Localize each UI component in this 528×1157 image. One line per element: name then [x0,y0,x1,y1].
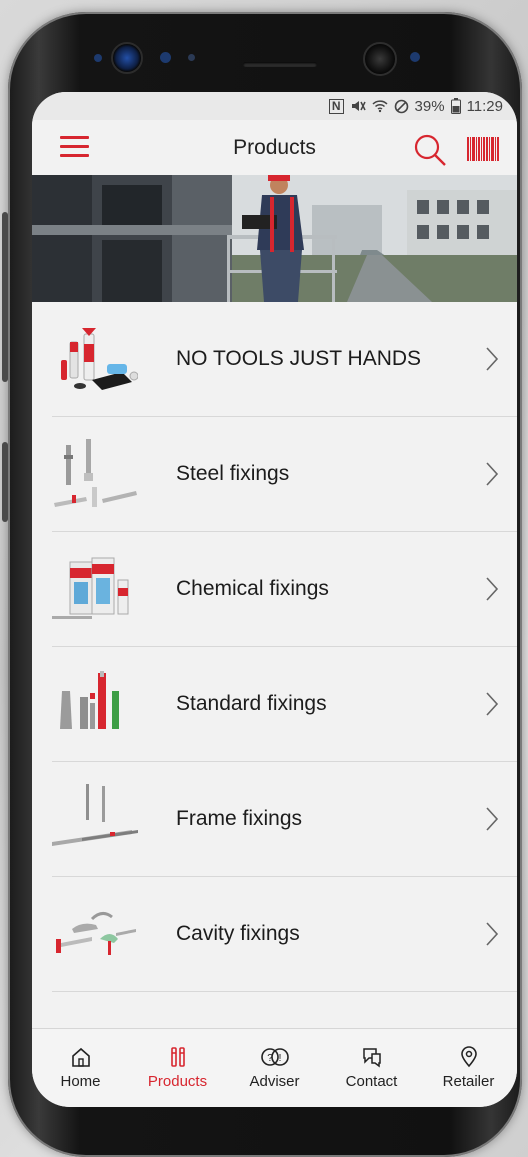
category-row-chemical[interactable]: Chemical fixings [52,532,517,647]
category-row-no-tools[interactable]: NO TOOLS JUST HANDS [52,302,517,417]
page-title: Products [233,135,316,159]
battery-percent: 39% [414,97,445,115]
adviser-icon: ?! [260,1048,289,1066]
category-thumbnail [52,899,138,969]
front-camera [111,42,143,74]
nav-label: Products [147,1073,208,1090]
products-icon [170,1047,185,1067]
product-category-list: NO TOOLS JUST HANDS Steel fixings Chemic… [32,302,517,992]
wifi-icon [372,99,388,113]
contact-icon [362,1048,381,1068]
app-bar: Products [32,120,517,175]
nav-label: Home [60,1073,101,1090]
category-label: Standard fixings [176,692,327,715]
nav-label: Contact [345,1073,398,1090]
do-not-disturb-icon [394,99,409,114]
chevron-right-icon [486,807,499,831]
category-thumbnail [52,324,139,394]
category-label: Chemical fixings [176,577,329,600]
battery-icon [450,98,461,114]
nav-adviser[interactable]: ?! Adviser [227,1046,323,1090]
barcode-scanner-icon[interactable] [467,137,499,161]
svg-text:!: ! [278,1053,281,1064]
search-icon[interactable] [413,133,447,167]
nfc-icon: N [328,98,344,114]
app-screen: N 39% 11:29 Products NO TOOLS JUST HANDS… [32,92,517,1107]
chevron-right-icon [486,692,499,716]
nav-contact[interactable]: Contact [324,1046,420,1090]
bottom-navigation: Home Products ?! Adviser Contact Retaile… [32,1028,517,1107]
nav-label: Retailer [442,1073,495,1090]
earpiece-speaker [243,62,317,67]
hero-banner-image [32,175,517,302]
front-sensor [160,52,171,63]
menu-icon[interactable] [60,136,89,158]
category-label: NO TOOLS JUST HANDS [176,347,422,370]
category-thumbnail [52,784,138,854]
iris-camera [363,42,397,76]
chevron-right-icon [486,462,499,486]
home-icon [71,1047,90,1067]
category-label: Steel fixings [176,462,290,485]
category-thumbnail [52,439,138,509]
chevron-right-icon [486,347,499,371]
chevron-right-icon [486,577,499,601]
category-row-frame[interactable]: Frame fixings [52,762,517,877]
category-thumbnail [52,669,138,739]
category-label: Frame fixings [176,807,303,830]
power-button [2,442,8,522]
nav-retailer[interactable]: Retailer [421,1046,517,1090]
nav-home[interactable]: Home [33,1046,129,1090]
mute-icon [350,99,366,113]
nav-products[interactable]: Products [130,1046,226,1090]
chevron-right-icon [486,922,499,946]
category-row-cavity[interactable]: Cavity fixings [52,877,517,992]
category-thumbnail [52,554,138,624]
phone-frame: N 39% 11:29 Products NO TOOLS JUST HANDS… [2,12,522,1157]
svg-text:?: ? [267,1053,273,1064]
nav-label: Adviser [249,1073,300,1090]
front-sensor [188,54,195,61]
category-row-steel[interactable]: Steel fixings [52,417,517,532]
volume-button [2,212,8,382]
category-label: Cavity fixings [176,922,300,945]
front-sensor [94,54,102,62]
clock: 11:29 [466,97,503,115]
location-pin-icon [460,1046,477,1068]
status-bar: N 39% 11:29 [32,92,517,120]
front-sensor [410,52,420,62]
category-row-standard[interactable]: Standard fixings [52,647,517,762]
